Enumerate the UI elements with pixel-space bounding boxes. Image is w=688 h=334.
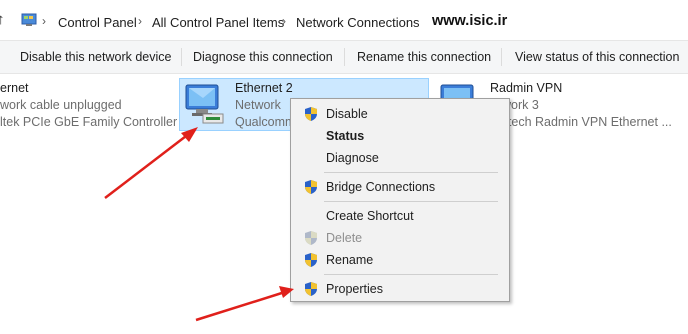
annotation-arrow-properties <box>195 286 294 322</box>
annotation-arrow-adapter <box>104 127 198 199</box>
annotation-arrows <box>104 127 294 322</box>
